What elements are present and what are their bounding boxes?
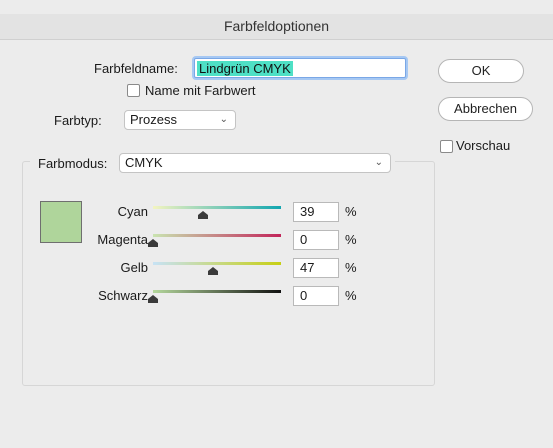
color-mode-value: CMYK <box>125 155 163 170</box>
cyan-slider-row: Cyan 39 % <box>0 201 553 225</box>
color-type-select[interactable]: Prozess ⌄ <box>124 110 236 130</box>
swatch-name-input[interactable]: Lindgrün CMYK <box>194 58 406 78</box>
swatch-name-label: Farbfeldname: <box>94 61 178 76</box>
name-with-value-checkbox[interactable] <box>127 84 140 97</box>
color-type-value: Prozess <box>130 112 177 127</box>
yellow-value-input[interactable]: 47 <box>293 258 339 278</box>
magenta-value-input[interactable]: 0 <box>293 230 339 250</box>
chevron-down-icon: ⌄ <box>374 157 383 168</box>
black-value-input[interactable]: 0 <box>293 286 339 306</box>
magenta-percent-unit: % <box>345 232 357 247</box>
yellow-label: Gelb <box>120 260 148 275</box>
ok-button[interactable]: OK <box>438 59 524 83</box>
yellow-percent-unit: % <box>345 260 357 275</box>
cyan-label: Cyan <box>117 204 148 219</box>
dialog-title: Farbfeldoptionen <box>223 18 330 34</box>
color-mode-label: Farbmodus: <box>38 156 108 171</box>
cyan-percent-unit: % <box>345 204 357 219</box>
preview-label: Vorschau <box>456 138 511 153</box>
black-slider-row: Schwarz 0 % <box>0 285 553 309</box>
black-label: Schwarz <box>98 288 148 303</box>
title-bar[interactable]: Farbfeldoptionen <box>0 14 553 40</box>
magenta-slider-row: Magenta 0 % <box>0 229 553 253</box>
black-percent-unit: % <box>345 288 357 303</box>
cyan-value-input[interactable]: 39 <box>293 202 339 222</box>
chevron-down-icon: ⌄ <box>219 114 228 125</box>
magenta-label: Magenta <box>97 232 148 247</box>
preview-checkbox[interactable] <box>440 140 453 153</box>
cancel-button[interactable]: Abbrechen <box>438 97 533 121</box>
color-type-label: Farbtyp: <box>54 113 102 128</box>
magenta-slider-track[interactable] <box>153 234 281 237</box>
yellow-slider-track[interactable] <box>153 262 281 265</box>
cyan-slider-track[interactable] <box>153 206 281 209</box>
name-with-value-label: Name mit Farbwert <box>145 83 256 98</box>
color-mode-select[interactable]: CMYK ⌄ <box>119 153 391 173</box>
dialog-window: Farbfeldoptionen Farbfeldname: Lindgrün … <box>0 0 553 448</box>
black-slider-track[interactable] <box>153 290 281 293</box>
swatch-name-value: Lindgrün CMYK <box>197 61 293 76</box>
yellow-slider-row: Gelb 47 % <box>0 257 553 281</box>
